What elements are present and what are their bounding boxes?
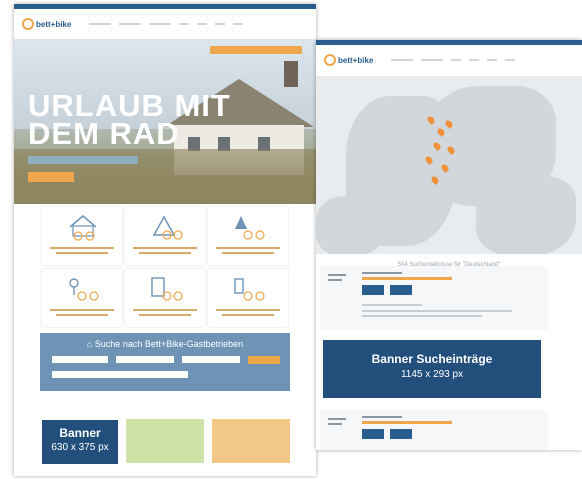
logo-icon: [22, 18, 34, 30]
nav-link[interactable]: [119, 23, 142, 25]
nav-link[interactable]: [233, 23, 244, 25]
search-input[interactable]: [116, 356, 174, 363]
hero-title-line-2: DEM RAD: [28, 116, 180, 151]
home-icon: ⌂: [86, 339, 93, 349]
banner-label-title: Banner: [59, 426, 101, 440]
logo[interactable]: bett+bike: [22, 18, 71, 30]
banner-label-size: 630 x 375 px: [51, 442, 109, 453]
search-entry[interactable]: [320, 410, 548, 450]
nav-link[interactable]: [197, 23, 208, 25]
entry-tag[interactable]: [362, 285, 384, 295]
house-bike-icon: [69, 215, 97, 241]
feature-card[interactable]: [208, 207, 288, 265]
logo-text: bett+bike: [36, 19, 72, 29]
main-navigation: bett+bike: [316, 45, 582, 75]
tree-bike-icon: [235, 216, 265, 240]
search-panel: ⌂ Suche nach Bett+Bike-Gastbetrieben: [40, 333, 290, 391]
nav-links: [89, 23, 244, 25]
search-entries-label: Banner Sucheinträge 1145 x 293 px: [323, 340, 541, 398]
homepage-preview: bett+bike URLAUB MIT DEM RAD: [14, 4, 316, 476]
feature-card[interactable]: [125, 269, 205, 327]
search-input[interactable]: [52, 356, 108, 363]
search-button[interactable]: [248, 356, 280, 364]
nav-link[interactable]: [215, 23, 226, 25]
results-map[interactable]: [316, 76, 582, 254]
hero-top-button[interactable]: [210, 46, 302, 54]
entry-tag[interactable]: [362, 429, 384, 439]
search-entries-label-size: 1145 x 293 px: [400, 369, 464, 380]
search-input[interactable]: [182, 356, 240, 363]
nav-link[interactable]: [421, 59, 444, 61]
hero-button[interactable]: [28, 172, 74, 182]
building-bike-icon: [151, 277, 183, 301]
banner-label: Banner 630 x 375 px: [42, 420, 118, 464]
nav-link[interactable]: [469, 59, 480, 61]
search-title-text: Suche nach Bett+Bike-Gastbetrieben: [94, 339, 244, 349]
feature-card[interactable]: [125, 207, 205, 265]
nav-link[interactable]: [391, 59, 414, 61]
logo-text: bett+bike: [338, 55, 374, 65]
feature-card[interactable]: [208, 269, 288, 327]
nav-link[interactable]: [179, 23, 190, 25]
entry-tag[interactable]: [390, 285, 412, 295]
nav-links: [391, 59, 516, 61]
search-entry[interactable]: [320, 266, 548, 330]
hero-subtitle: [28, 156, 138, 164]
charging-bike-icon: [234, 278, 265, 301]
tent-bike-icon: [152, 215, 183, 240]
search-entries-label-title: Banner Sucheinträge: [371, 352, 493, 366]
nav-link[interactable]: [149, 23, 172, 25]
teaser-card[interactable]: [126, 419, 204, 463]
feature-grid: [42, 207, 288, 327]
teaser-card[interactable]: [212, 419, 290, 463]
main-navigation: bett+bike: [14, 9, 316, 39]
entry-tag[interactable]: [390, 429, 412, 439]
key-bike-icon: [69, 278, 99, 301]
nav-link[interactable]: [505, 59, 516, 61]
nav-link[interactable]: [89, 23, 112, 25]
search-title: ⌂ Suche nach Bett+Bike-Gastbetrieben: [40, 339, 290, 349]
logo-icon: [324, 54, 336, 66]
search-input[interactable]: [52, 371, 188, 378]
logo[interactable]: bett+bike: [324, 54, 373, 66]
feature-card[interactable]: [42, 207, 122, 265]
hero-title: URLAUB MIT DEM RAD: [28, 90, 231, 151]
feature-card[interactable]: [42, 269, 122, 327]
nav-link[interactable]: [487, 59, 498, 61]
nav-link[interactable]: [451, 59, 462, 61]
